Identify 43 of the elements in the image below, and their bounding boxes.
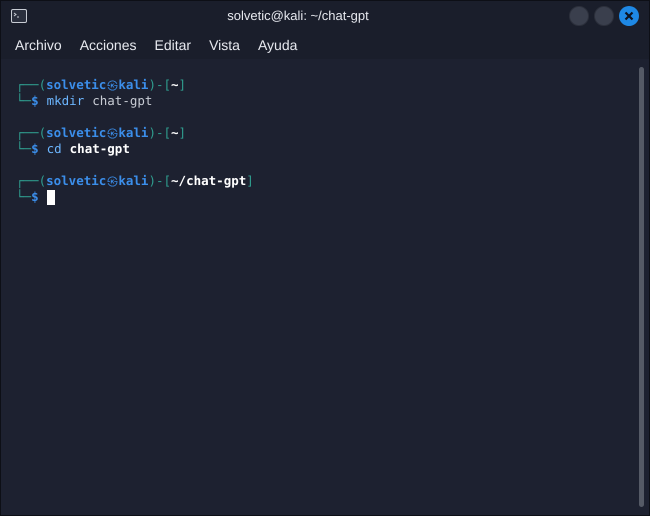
prompt-directory: ~ (171, 76, 179, 94)
minimize-button[interactable] (569, 6, 589, 26)
window-title: solvetic@kali: ~/chat-gpt (226, 7, 370, 26)
prompt-host: kali (118, 76, 148, 94)
prompt-dollar: $ (31, 140, 39, 158)
prompt-user: solvetic (46, 124, 106, 142)
prompt-directory: ~ (171, 124, 179, 142)
prompt-frame: )-[ (148, 76, 172, 94)
close-icon (624, 11, 634, 21)
prompt-frame: ┌──( (16, 172, 46, 190)
menu-item[interactable]: Acciones (72, 34, 144, 56)
command-argument: chat-gpt (70, 140, 130, 158)
command-argument: chat-gpt (92, 92, 152, 110)
prompt-frame: )-[ (148, 124, 172, 142)
prompt-frame: ] (178, 76, 186, 94)
scrollbar[interactable] (638, 67, 644, 507)
prompt-frame: ┌──( (16, 124, 46, 142)
close-button[interactable] (619, 6, 639, 26)
prompt-dollar: $ (31, 188, 39, 206)
prompt-frame: ] (246, 172, 254, 190)
prompt-directory: ~/chat-gpt (171, 172, 246, 190)
prompt-at-symbol: ㉿ (106, 173, 118, 190)
command-name: mkdir (46, 92, 84, 110)
menu-item[interactable]: Archivo (7, 34, 70, 56)
prompt-frame: └─ (16, 92, 32, 110)
prompt-frame: )-[ (148, 172, 172, 190)
maximize-button[interactable] (594, 6, 614, 26)
prompt-dollar: $ (31, 92, 39, 110)
menu-item[interactable]: Vista (201, 34, 248, 56)
prompt-frame: └─ (16, 188, 32, 206)
prompt-frame: ] (178, 124, 186, 142)
prompt-frame: ┌──( (16, 76, 46, 94)
prompt-at-symbol: ㉿ (106, 77, 118, 94)
menu-item[interactable]: Ayuda (250, 34, 306, 56)
prompt-host: kali (118, 172, 148, 190)
prompt-host: kali (118, 124, 148, 142)
prompt-frame: └─ (16, 140, 32, 158)
prompt-user: solvetic (46, 76, 106, 94)
command-name: cd (46, 140, 62, 158)
terminal-icon (11, 9, 27, 23)
prompt-user: solvetic (46, 172, 106, 190)
prompt-at-symbol: ㉿ (106, 125, 118, 142)
menu-item[interactable]: Editar (146, 34, 200, 56)
